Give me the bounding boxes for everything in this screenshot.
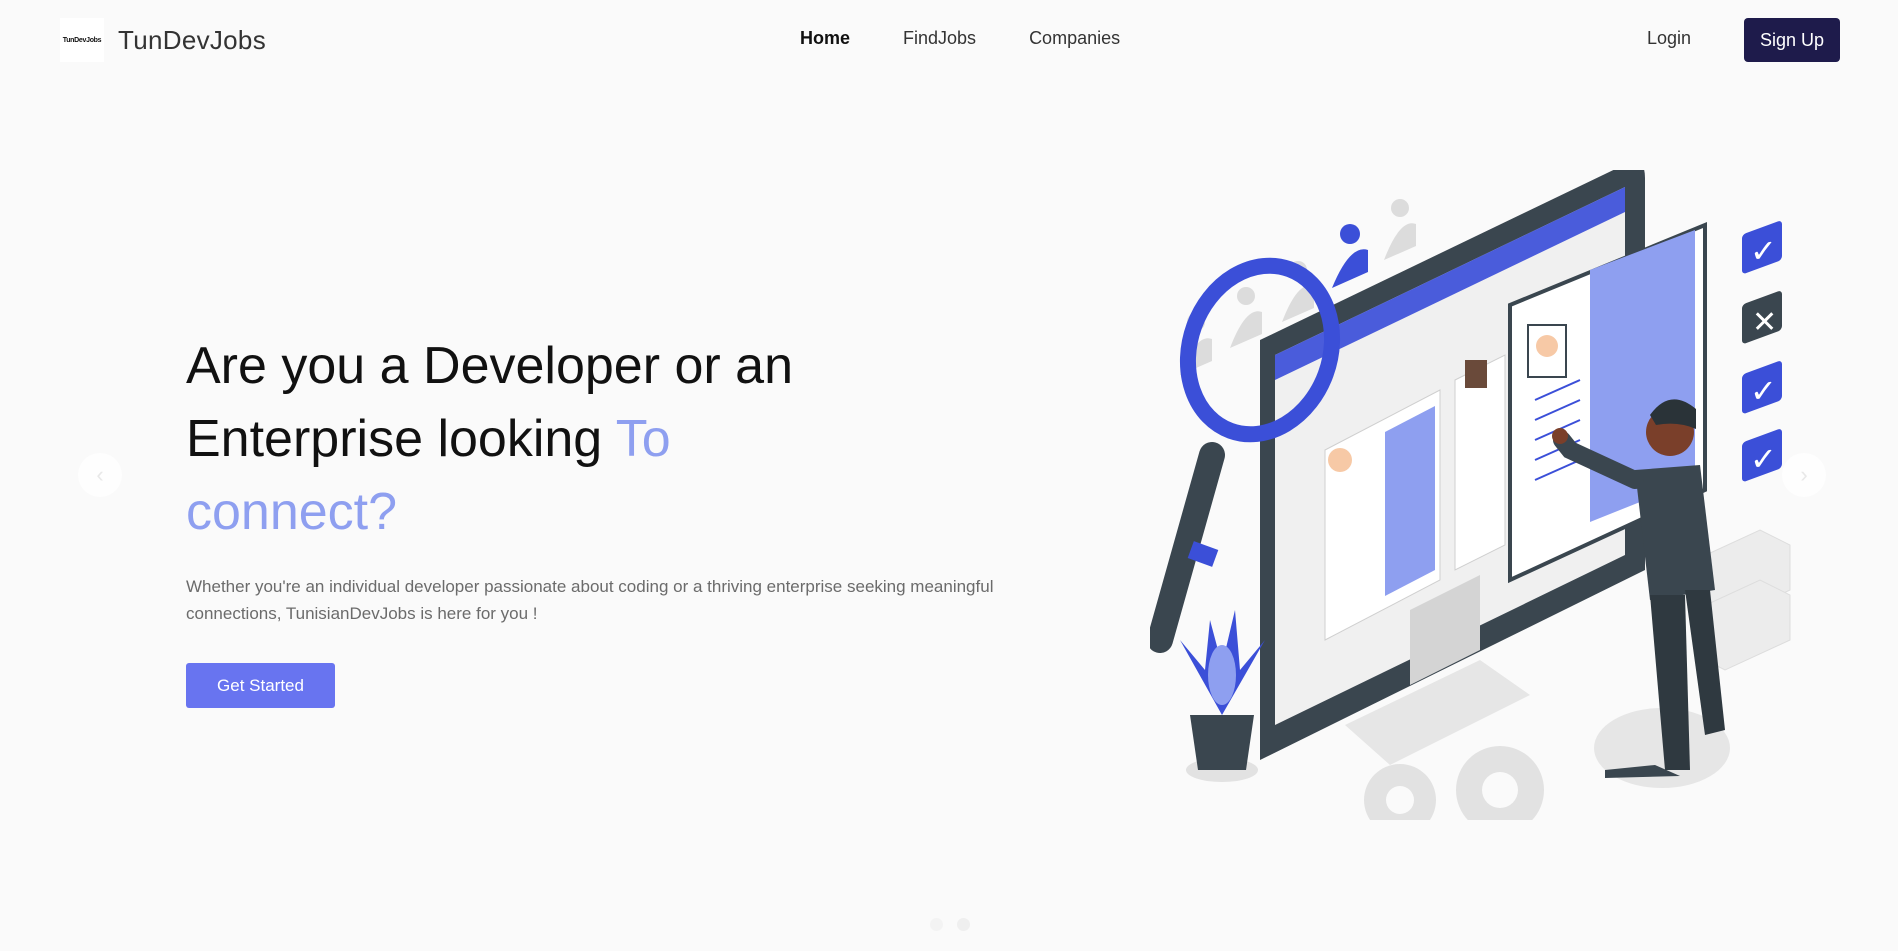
nav-link-home[interactable]: Home [800,28,850,49]
login-link[interactable]: Login [1647,28,1691,49]
plant-pot [1180,610,1265,782]
carousel-indicator-2[interactable] [957,918,970,931]
check-icons: ✓ ✕ ✓ ✓ [1742,221,1782,482]
resume-card-middle [1454,354,1506,571]
carousel-prev-button[interactable]: ‹ [78,453,122,497]
headline-accent-1: To [615,410,671,468]
hero-text: Are you a Developer or an Enterprise loo… [186,330,1046,708]
headline-accent-2: connect? [186,483,398,541]
brand-name: TunDevJobs [118,24,266,55]
svg-text:✓: ✓ [1750,440,1777,478]
person-icon-highlight [1332,224,1368,288]
carousel-indicators [930,918,970,931]
nav-link-companies[interactable]: Companies [1029,28,1120,49]
chevron-left-icon: ‹ [96,462,104,487]
hero-subtitle: Whether you're an individual developer p… [186,577,994,623]
hero-illustration: ✓ ✕ ✓ ✓ [1150,170,1791,820]
headline-line-1: Are you a Developer or an [186,337,794,395]
get-started-button[interactable]: Get Started [186,663,335,708]
svg-text:✕: ✕ [1752,305,1777,340]
hero-headline: Are you a Developer or an Enterprise loo… [186,330,1046,549]
nav-links: Home FindJobs Companies [800,28,1173,49]
svg-text:✓: ✓ [1750,372,1777,410]
brand[interactable]: TunDevJobs TunDevJobs [60,18,266,62]
brand-logo: TunDevJobs [60,18,104,62]
nav-link-findjobs[interactable]: FindJobs [903,28,976,49]
svg-text:✓: ✓ [1750,232,1777,270]
page: TunDevJobs TunDevJobs Home FindJobs Comp… [0,0,1898,951]
headline-line-2: Enterprise looking [186,410,616,468]
signup-button[interactable]: Sign Up [1744,18,1840,62]
navbar: TunDevJobs TunDevJobs Home FindJobs Comp… [0,0,1898,80]
carousel-indicator-1[interactable] [930,918,943,931]
